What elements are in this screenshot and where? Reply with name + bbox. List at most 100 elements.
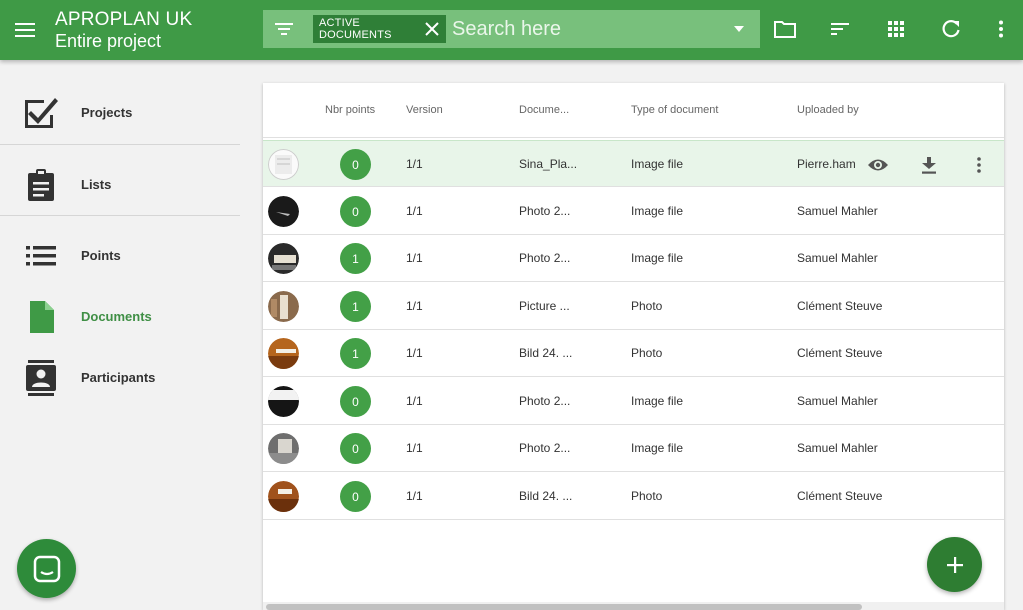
version-cell: 1/1	[406, 394, 423, 408]
document-type-cell: Image file	[631, 441, 684, 455]
sidebar-item-label: Participants	[81, 370, 156, 385]
document-type-cell: Image file	[631, 204, 684, 218]
document-thumbnail	[268, 291, 299, 322]
column-header-version[interactable]: Version	[406, 104, 443, 116]
document-name-cell: Photo 2...	[519, 204, 571, 218]
download-icon[interactable]	[917, 153, 941, 177]
document-thumbnail	[268, 338, 299, 369]
chat-button[interactable]	[17, 539, 76, 598]
more-vert-icon[interactable]	[988, 16, 1014, 42]
points-badge: 1	[340, 338, 371, 369]
uploaded-by-cell: Samuel Mahler	[797, 251, 878, 265]
app-toolbar: APROPLAN UK Entire project ACTIVE DOCUME…	[0, 0, 1023, 60]
more-vert-icon[interactable]	[967, 153, 991, 177]
points-badge: 0	[340, 433, 371, 464]
chat-icon	[33, 555, 60, 582]
sidebar: Projects Lists Points Documents Particip…	[0, 60, 240, 610]
document-type-cell: Photo	[631, 346, 663, 360]
sidebar-item-label: Points	[81, 248, 121, 263]
points-badge: 0	[340, 149, 371, 180]
table-row[interactable]: 0 1/1 Photo 2... Image file Samuel Mahle…	[263, 188, 1004, 235]
document-name-cell: Bild 24. ...	[519, 346, 573, 360]
document-type-cell: Image file	[631, 251, 684, 265]
uploaded-by-cell: Samuel Mahler	[797, 394, 878, 408]
list-icon	[21, 236, 61, 276]
scrollbar-thumb[interactable]	[266, 604, 862, 610]
document-thumbnail	[268, 433, 299, 464]
document-thumbnail	[268, 149, 299, 180]
sidebar-item-projects[interactable]: Projects	[0, 90, 240, 135]
table-row[interactable]: 1 1/1 Bild 24. ... Photo Clément Steuve	[263, 330, 1004, 377]
menu-icon[interactable]	[12, 17, 38, 43]
sidebar-item-lists[interactable]: Lists	[0, 162, 240, 207]
version-cell: 1/1	[406, 204, 423, 218]
search-input[interactable]	[446, 10, 718, 48]
project-title: APROPLAN UK	[55, 9, 193, 30]
sidebar-item-label: Lists	[81, 177, 112, 192]
column-header-points[interactable]: Nbr points	[325, 104, 375, 116]
folder-icon[interactable]	[772, 16, 798, 42]
sidebar-item-label: Projects	[81, 105, 133, 120]
sidebar-item-points[interactable]: Points	[0, 233, 240, 278]
table-row[interactable]: 0 1/1 Photo 2... Image file Samuel Mahle…	[263, 378, 1004, 425]
view-icon[interactable]	[866, 153, 890, 177]
table-row[interactable]: 0 1/1 Sina_Pla... Image file Pierre.ham	[263, 140, 1004, 187]
grid-view-icon[interactable]	[883, 16, 909, 42]
filter-icon[interactable]	[263, 10, 306, 48]
document-thumbnail	[268, 386, 299, 417]
version-cell: 1/1	[406, 299, 423, 313]
filter-chip-label: ACTIVE DOCUMENTS	[318, 17, 392, 41]
document-name-cell: Sina_Pla...	[519, 157, 578, 171]
clipboard-icon	[21, 165, 61, 205]
project-scope: Entire project	[55, 31, 162, 51]
document-name-cell: Photo 2...	[519, 394, 571, 408]
sort-icon[interactable]	[827, 16, 853, 42]
divider	[0, 144, 240, 145]
column-header-type[interactable]: Type of document	[631, 104, 718, 116]
points-badge: 0	[340, 196, 371, 227]
table-row[interactable]: 1 1/1 Photo 2... Image file Samuel Mahle…	[263, 235, 1004, 282]
table-row[interactable]: 0 1/1 Photo 2... Image file Samuel Mahle…	[263, 425, 1004, 472]
version-cell: 1/1	[406, 489, 423, 503]
points-badge: 1	[340, 291, 371, 322]
version-cell: 1/1	[406, 251, 423, 265]
document-name-cell: Photo 2...	[519, 441, 571, 455]
document-name-cell: Photo 2...	[519, 251, 571, 265]
document-type-cell: Image file	[631, 157, 684, 171]
document-thumbnail	[268, 243, 299, 274]
column-header-document[interactable]: Docume...	[519, 104, 569, 116]
document-type-cell: Image file	[631, 394, 684, 408]
refresh-icon[interactable]	[938, 16, 964, 42]
table-row[interactable]: 0 1/1 Bild 24. ... Photo Clément Steuve	[263, 473, 1004, 520]
document-name-cell: Bild 24. ...	[519, 489, 573, 503]
horizontal-scrollbar[interactable]	[263, 602, 1004, 610]
document-thumbnail	[268, 481, 299, 512]
filter-chip: ACTIVE DOCUMENTS	[312, 15, 447, 43]
points-badge: 1	[340, 243, 371, 274]
uploaded-by-cell: Samuel Mahler	[797, 441, 878, 455]
document-icon	[21, 297, 61, 337]
sidebar-item-documents[interactable]: Documents	[0, 294, 240, 339]
uploaded-by-cell: Pierre.ham	[797, 157, 855, 171]
document-thumbnail	[268, 196, 299, 227]
contacts-icon	[21, 358, 61, 398]
documents-table: Nbr points Version Docume... Type of doc…	[263, 83, 1004, 610]
table-row[interactable]: 1 1/1 Picture ... Photo Clément Steuve	[263, 283, 1004, 330]
uploaded-by-cell: Clément Steuve	[797, 346, 883, 360]
version-cell: 1/1	[406, 157, 423, 171]
close-icon[interactable]	[425, 20, 440, 38]
chevron-down-icon[interactable]	[717, 10, 760, 48]
uploaded-by-cell: Clément Steuve	[797, 489, 883, 503]
checklist-icon	[21, 93, 61, 133]
column-header-uploaded-by[interactable]: Uploaded by	[797, 104, 859, 116]
uploaded-by-cell: Samuel Mahler	[797, 204, 878, 218]
points-badge: 0	[340, 481, 371, 512]
add-document-button[interactable]	[927, 537, 982, 592]
points-badge: 0	[340, 386, 371, 417]
document-name-cell: Picture ...	[519, 299, 570, 313]
sidebar-item-participants[interactable]: Participants	[0, 355, 240, 400]
version-cell: 1/1	[406, 346, 423, 360]
version-cell: 1/1	[406, 441, 423, 455]
document-type-cell: Photo	[631, 299, 663, 313]
table-header: Nbr points Version Docume... Type of doc…	[263, 83, 1004, 138]
